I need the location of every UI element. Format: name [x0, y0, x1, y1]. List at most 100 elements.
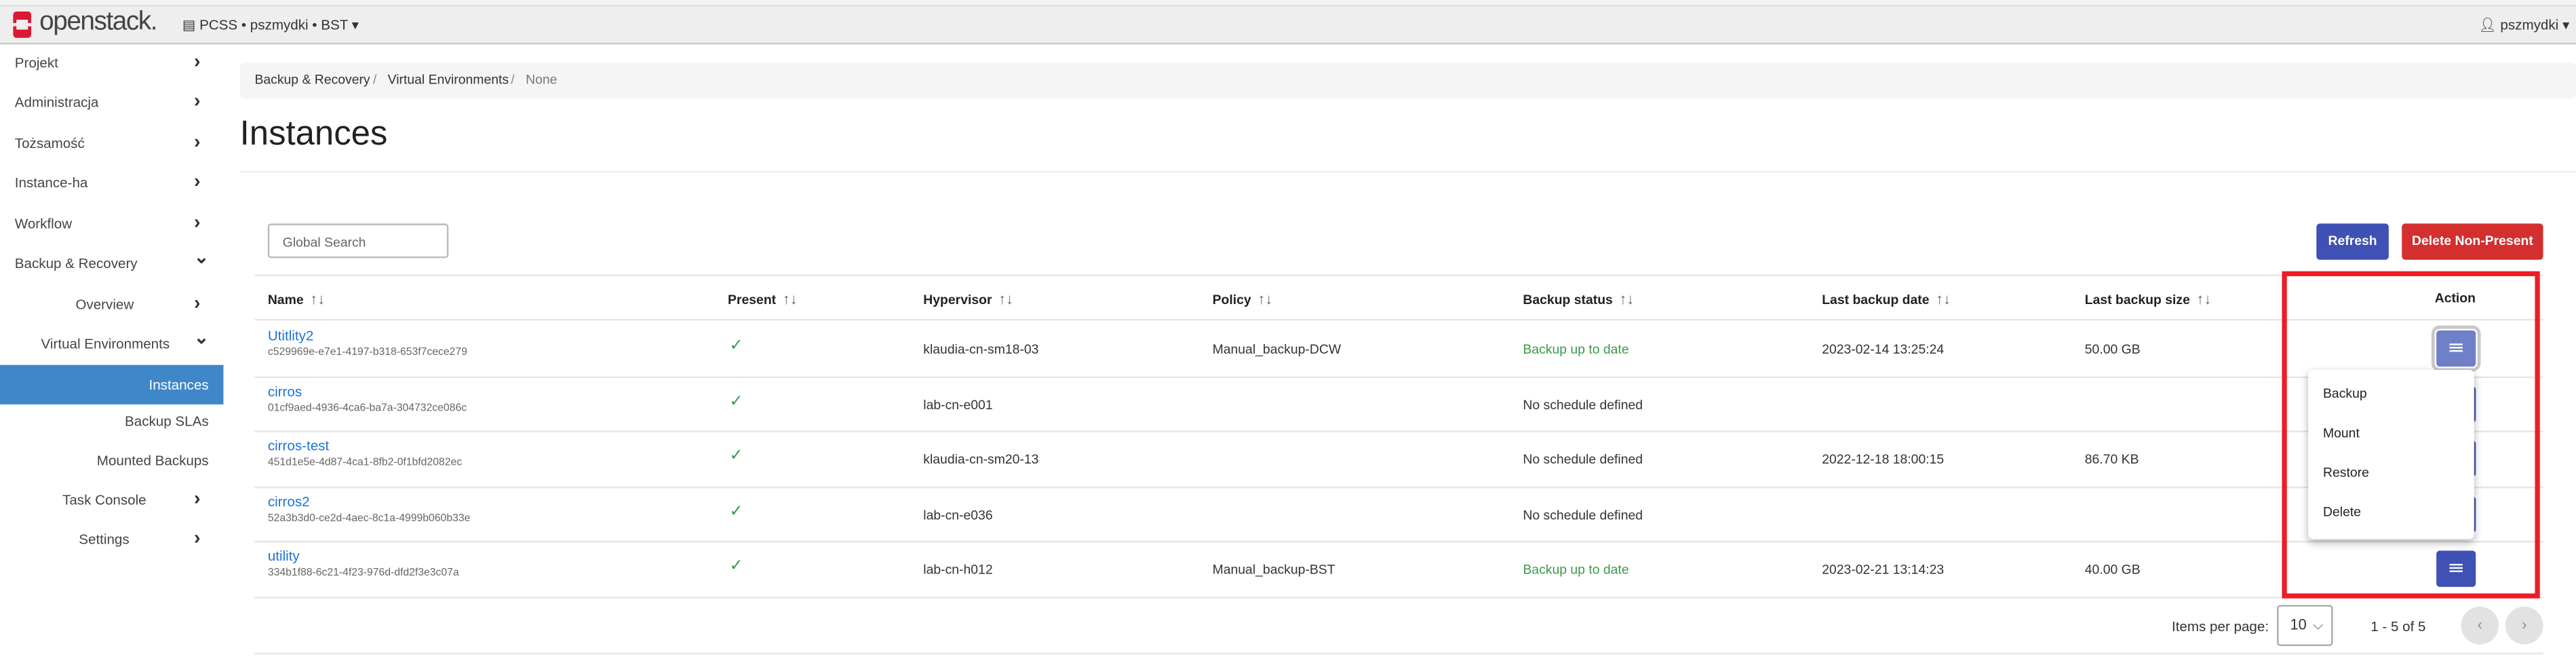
chevron-right-icon[interactable]: › — [194, 130, 201, 153]
sidebar-item-settings[interactable]: Settings › — [0, 526, 223, 552]
column-header-label: Last backup date — [1822, 293, 1930, 307]
caret-down-icon: ▾ — [347, 16, 359, 33]
cell-status: Backup up to date — [1523, 341, 1629, 357]
chevron-right-icon[interactable]: › — [194, 526, 201, 549]
table-row — [254, 320, 2543, 375]
openstack-logo-icon[interactable] — [11, 11, 33, 38]
sidebar-item-backup-recovery[interactable]: Backup & Recovery ⌄ — [0, 248, 223, 276]
column-header-backup-status[interactable]: Backup status ↑↓ — [1523, 291, 1634, 307]
action-menu: Backup Mount Restore Delete — [2308, 369, 2474, 540]
cell-hypervisor: klaudia-cn-sm18-03 — [923, 341, 1039, 357]
check-icon: ✓ — [729, 392, 743, 411]
items-per-page-label: Items per page: — [2171, 618, 2269, 635]
sidebar-item-instances[interactable]: Instances — [0, 375, 223, 398]
check-icon: ✓ — [729, 337, 743, 356]
sidebar-item-virtual-environments[interactable]: Virtual Environments ⌄ — [0, 328, 223, 357]
sidebar-item-administracja[interactable]: Administracja › — [0, 89, 223, 115]
cell-date: 2023-02-14 13:25:24 — [1822, 341, 1945, 357]
items-per-page-select[interactable]: 10 ⌵ — [2277, 605, 2333, 646]
sidebar-item-task-console[interactable]: Task Console › — [0, 487, 223, 513]
caret-down-icon: ▾ — [2558, 16, 2570, 33]
sort-icon[interactable]: ↑↓ — [1936, 291, 1951, 307]
instance-name-link[interactable]: Utitlity2 — [268, 327, 314, 343]
table-row — [254, 431, 2543, 485]
instance-name-link[interactable]: cirros2 — [268, 493, 310, 509]
sidebar-item-label: Settings — [79, 531, 130, 548]
row-border — [254, 597, 2543, 599]
cell-hypervisor: lab-cn-e001 — [923, 397, 993, 412]
check-icon: ✓ — [729, 502, 743, 521]
top-navbar: openstack. ▤ PCSS • pszmydki • BST ▾ 👤︎ … — [0, 6, 2576, 45]
cell-size: 50.00 GB — [2084, 341, 2141, 357]
cell-policy: Manual_backup-BST — [1212, 563, 1335, 578]
menu-item-delete[interactable]: Delete — [2323, 505, 2361, 520]
cell-size: 86.70 KB — [2084, 452, 2139, 468]
breadcrumb-item[interactable]: Virtual Environments — [388, 73, 509, 88]
chevron-right-icon[interactable]: › — [194, 89, 201, 112]
column-header-label: Policy — [1212, 293, 1251, 307]
sidebar-item-instance-ha[interactable]: Instance-ha › — [0, 169, 223, 195]
sidebar-item-backup-slas[interactable]: Backup SLAs — [0, 411, 223, 434]
sort-icon[interactable]: ↑↓ — [998, 291, 1013, 307]
sort-icon[interactable]: ↑↓ — [1620, 291, 1635, 307]
delete-non-present-button[interactable]: Delete Non-Present — [2402, 223, 2543, 260]
instance-name-link[interactable]: cirros — [268, 382, 302, 398]
cell-hypervisor: lab-cn-e036 — [923, 507, 993, 523]
divider — [239, 170, 2576, 173]
instance-name-link[interactable]: utility — [268, 548, 300, 565]
menu-item-mount[interactable]: Mount — [2323, 426, 2360, 440]
instance-name-link[interactable]: cirros-test — [268, 438, 329, 454]
sort-icon[interactable]: ↑↓ — [1257, 291, 1272, 307]
chevron-down-icon[interactable]: ⌄ — [194, 246, 209, 268]
column-header-name[interactable]: Name ↑↓ — [268, 291, 325, 307]
breadcrumb: Backup & Recovery / Virtual Environments… — [239, 62, 2576, 99]
page-title: Instances — [239, 115, 388, 153]
next-page-button[interactable]: › — [2505, 606, 2543, 645]
sidebar-item-label: Administracja — [14, 94, 99, 111]
cell-policy: Manual_backup-DCW — [1212, 341, 1342, 357]
browser-strip — [0, 0, 2576, 7]
column-header-last-backup-date[interactable]: Last backup date ↑↓ — [1822, 291, 1951, 307]
sidebar-item-tożsamość[interactable]: Tożsamość › — [0, 130, 223, 156]
sidebar-item-label: Task Console — [62, 491, 147, 508]
sidebar-item-overview[interactable]: Overview › — [0, 291, 223, 318]
column-header-present[interactable]: Present ↑↓ — [728, 291, 798, 307]
menu-item-restore[interactable]: Restore — [2323, 465, 2369, 480]
column-header-label: Last backup size — [2084, 293, 2190, 307]
sidebar-item-workflow[interactable]: Workflow › — [0, 210, 223, 237]
user-menu[interactable]: 👤︎ pszmydki ▾ — [2479, 16, 2570, 35]
refresh-button[interactable]: Refresh — [2316, 223, 2389, 260]
global-search-input[interactable]: Global Search — [267, 223, 449, 259]
sort-icon[interactable]: ↑↓ — [783, 291, 798, 307]
chevron-right-icon[interactable]: › — [194, 50, 201, 73]
items-per-page-value: 10 — [2290, 616, 2307, 633]
instance-id: 451d1e5e-4d87-4ca1-8fb2-0f1bfd2082ec — [267, 457, 463, 469]
column-header-last-backup-size[interactable]: Last backup size ↑↓ — [2085, 291, 2212, 307]
project-selector[interactable]: ▤ PCSS • pszmydki • BST ▾ — [182, 16, 359, 35]
breadcrumb-current: None — [526, 72, 558, 88]
logo-text[interactable]: openstack. — [39, 8, 157, 38]
chevron-right-icon[interactable]: › — [194, 169, 201, 192]
sidebar-item-label: Backup & Recovery — [14, 255, 138, 271]
chevron-down-icon: ⌵ — [2313, 618, 2323, 633]
column-header-hypervisor[interactable]: Hypervisor ↑↓ — [923, 291, 1013, 307]
previous-page-button[interactable]: ‹ — [2461, 606, 2499, 645]
chevron-down-icon[interactable]: ⌄ — [194, 327, 209, 348]
chevron-left-icon: ‹ — [2477, 616, 2482, 633]
menu-item-backup[interactable]: Backup — [2323, 386, 2367, 401]
chevron-right-icon[interactable]: › — [194, 487, 201, 510]
chevron-right-icon[interactable]: › — [194, 210, 201, 233]
sidebar-item-mounted-backups[interactable]: Mounted Backups — [0, 451, 223, 474]
sidebar-item-projekt[interactable]: Projekt › — [0, 50, 223, 76]
project-selector-label: PCSS • pszmydki • BST — [199, 16, 348, 33]
table-row — [254, 376, 2543, 430]
sort-icon[interactable]: ↑↓ — [2197, 291, 2212, 307]
sort-icon[interactable]: ↑↓ — [310, 291, 325, 307]
breadcrumb-item[interactable]: Backup & Recovery — [254, 73, 370, 88]
cell-status: No schedule defined — [1523, 452, 1643, 468]
breadcrumb-separator: / — [511, 72, 515, 88]
chevron-right-icon[interactable]: › — [194, 291, 201, 314]
table-row — [254, 542, 2543, 596]
column-header-policy[interactable]: Policy ↑↓ — [1213, 291, 1273, 307]
column-header-label: Present — [728, 293, 777, 307]
